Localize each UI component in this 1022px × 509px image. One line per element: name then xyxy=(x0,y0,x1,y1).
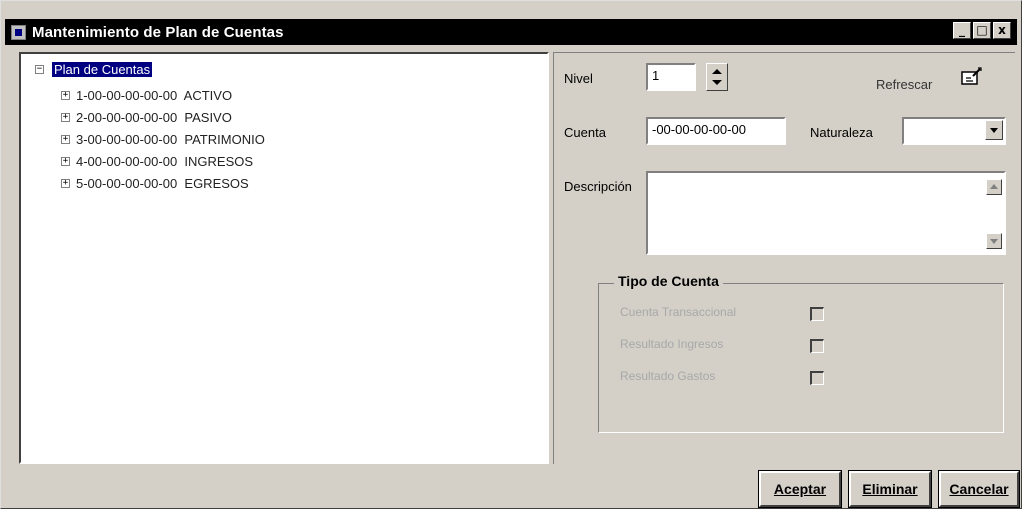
spin-down-icon[interactable] xyxy=(712,80,722,85)
tree-item-patrimonio[interactable]: + 3-00-00-00-00-00 PATRIMONIO xyxy=(61,128,265,150)
expand-icon[interactable]: + xyxy=(61,112,70,122)
resultado-gastos-label: Resultado Gastos xyxy=(620,369,716,383)
maximize-button[interactable]: □ xyxy=(973,22,991,39)
tree-item-label[interactable]: 5-00-00-00-00-00 EGRESOS xyxy=(76,176,249,191)
tree-item-egresos[interactable]: + 5-00-00-00-00-00 EGRESOS xyxy=(61,172,265,194)
tree-item-label[interactable]: 1-00-00-00-00-00 ACTIVO xyxy=(76,88,232,103)
resultado-ingresos-label: Resultado Ingresos xyxy=(620,337,724,351)
tree-root[interactable]: − Plan de Cuentas xyxy=(35,62,153,77)
title-bar[interactable]: Mantenimiento de Plan de Cuentas _ □ x xyxy=(5,19,1017,45)
chevron-down-icon[interactable] xyxy=(985,120,1003,140)
nivel-input[interactable]: 1 xyxy=(646,63,696,91)
aceptar-button[interactable]: Aceptar xyxy=(758,470,842,508)
expand-icon[interactable]: + xyxy=(61,178,70,188)
tree-item-label[interactable]: 3-00-00-00-00-00 PATRIMONIO xyxy=(76,132,265,147)
app-icon xyxy=(11,24,26,40)
naturaleza-select[interactable] xyxy=(902,117,1006,145)
tree-item-ingresos[interactable]: + 4-00-00-00-00-00 INGRESOS xyxy=(61,150,265,172)
tree-item-activo[interactable]: + 1-00-00-00-00-00 ACTIVO xyxy=(61,84,265,106)
nivel-spinner[interactable] xyxy=(706,63,728,91)
tree-children: + 1-00-00-00-00-00 ACTIVO + 2-00-00-00-0… xyxy=(61,84,265,194)
cuenta-transaccional-checkbox[interactable] xyxy=(810,307,824,321)
descripcion-textarea[interactable] xyxy=(646,171,1006,255)
minimize-button[interactable]: _ xyxy=(953,22,971,39)
descripcion-label: Descripción xyxy=(564,179,632,194)
collapse-icon[interactable]: − xyxy=(35,65,44,74)
naturaleza-label: Naturaleza xyxy=(810,125,873,140)
refrescar-label[interactable]: Refrescar xyxy=(876,77,932,92)
account-form: Nivel 1 Refrescar Cuenta -00-00-00-00-00… xyxy=(553,52,1015,464)
spin-up-icon[interactable] xyxy=(712,69,722,74)
expand-icon[interactable]: + xyxy=(61,156,70,166)
account-tree[interactable]: − Plan de Cuentas + 1-00-00-00-00-00 ACT… xyxy=(19,52,549,464)
tipo-cuenta-title: Tipo de Cuenta xyxy=(614,273,723,289)
close-button[interactable]: x xyxy=(993,22,1011,39)
scroll-down-icon[interactable] xyxy=(986,233,1002,249)
cuenta-input[interactable]: -00-00-00-00-00 xyxy=(646,117,786,145)
cuenta-transaccional-label: Cuenta Transaccional xyxy=(620,305,737,319)
window-title: Mantenimiento de Plan de Cuentas xyxy=(32,23,284,41)
nivel-label: Nivel xyxy=(564,71,593,86)
resultado-ingresos-checkbox[interactable] xyxy=(810,339,824,353)
expand-icon[interactable]: + xyxy=(61,90,70,100)
tree-root-label[interactable]: Plan de Cuentas xyxy=(52,62,153,77)
cuenta-label: Cuenta xyxy=(564,125,606,140)
main-window: Mantenimiento de Plan de Cuentas _ □ x −… xyxy=(0,0,1022,509)
scroll-up-icon[interactable] xyxy=(986,179,1002,195)
button-bar: Aceptar Eliminar Cancelar xyxy=(1,465,1021,509)
cancelar-button[interactable]: Cancelar xyxy=(938,470,1020,508)
refresh-icon[interactable] xyxy=(960,67,982,87)
resultado-gastos-checkbox[interactable] xyxy=(810,371,824,385)
eliminar-button[interactable]: Eliminar xyxy=(848,470,932,508)
tree-item-label[interactable]: 2-00-00-00-00-00 PASIVO xyxy=(76,110,232,125)
tree-item-label[interactable]: 4-00-00-00-00-00 INGRESOS xyxy=(76,154,253,169)
tree-item-pasivo[interactable]: + 2-00-00-00-00-00 PASIVO xyxy=(61,106,265,128)
window-controls: _ □ x xyxy=(953,22,1011,39)
expand-icon[interactable]: + xyxy=(61,134,70,144)
